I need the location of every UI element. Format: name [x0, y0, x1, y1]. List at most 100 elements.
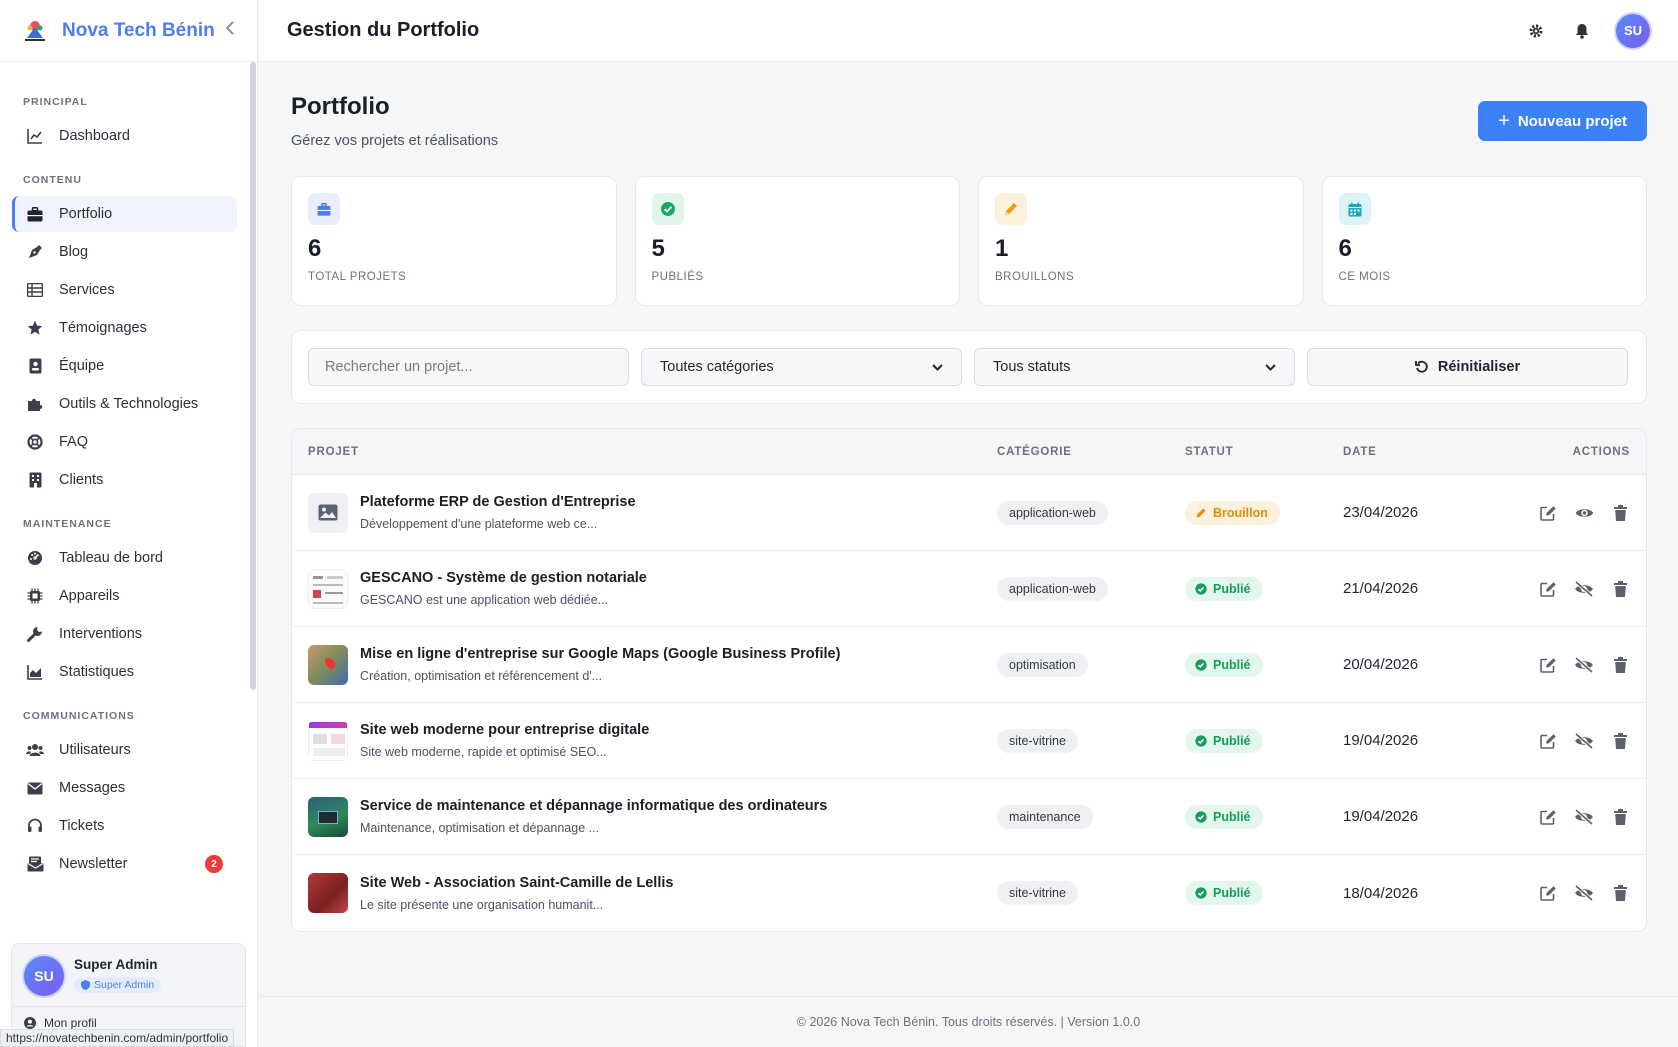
building-icon: [26, 471, 44, 489]
edit-icon[interactable]: [1538, 655, 1558, 675]
edit-icon[interactable]: [1538, 503, 1558, 523]
bell-icon[interactable]: [1572, 21, 1592, 41]
trash-icon[interactable]: [1610, 731, 1630, 751]
status-label: Publié: [1213, 581, 1251, 596]
sidebar-item-blog[interactable]: Blog: [12, 234, 237, 270]
date-cell: 18/04/2026: [1343, 884, 1419, 902]
trash-icon[interactable]: [1610, 807, 1630, 827]
avatar[interactable]: SU: [24, 956, 64, 996]
sidebar-item-messages[interactable]: Messages: [12, 770, 237, 806]
sidebar-item-clients[interactable]: Clients: [12, 462, 237, 498]
sidebar-item-portfolio[interactable]: Portfolio: [12, 196, 237, 232]
actions-cell: [1523, 655, 1646, 675]
category-chip: application-web: [997, 500, 1108, 525]
sidebar-item-tableau-de-bord[interactable]: Tableau de bord: [12, 540, 237, 576]
status-cell: Publié: [1185, 804, 1343, 829]
sidebar-item-services[interactable]: Services: [12, 272, 237, 308]
status-label: Brouillon: [1213, 505, 1268, 520]
chart-line-icon: [26, 127, 44, 145]
actions-cell: [1523, 579, 1646, 599]
sidebar-item-label: Tickets: [59, 818, 105, 834]
header-avatar[interactable]: SU: [1616, 13, 1650, 48]
section-title-maintenance: MAINTENANCE: [23, 518, 112, 530]
project-title[interactable]: Plateforme ERP de Gestion d'Entreprise: [360, 494, 636, 510]
eye-slash-icon[interactable]: [1574, 655, 1594, 675]
trash-icon[interactable]: [1610, 655, 1630, 675]
actions-cell: [1523, 731, 1646, 751]
table-row: Service de maintenance et dépannage info…: [292, 779, 1646, 855]
sidebar-item-newsletter[interactable]: Newsletter 2: [12, 846, 237, 882]
stat-value: 1: [995, 235, 1009, 262]
eye-icon[interactable]: [1574, 503, 1594, 523]
col-actions: ACTIONS: [1572, 445, 1630, 458]
stat-label: PUBLIÉS: [651, 271, 704, 283]
stat-value: 5: [651, 235, 665, 262]
actions-cell: [1523, 883, 1646, 903]
col-project[interactable]: PROJET: [292, 446, 997, 458]
sidebar-item-equipe[interactable]: Équipe: [12, 348, 237, 384]
sidebar-item-label: Utilisateurs: [59, 742, 131, 758]
sidebar-item-faq[interactable]: FAQ: [12, 424, 237, 460]
reset-button[interactable]: Réinitialiser: [1307, 348, 1628, 386]
edit-icon[interactable]: [1538, 807, 1558, 827]
edit-icon[interactable]: [1538, 883, 1558, 903]
col-status[interactable]: STATUT: [1185, 446, 1343, 458]
section-title-principal: PRINCIPAL: [23, 96, 88, 108]
sidebar-item-outils-technologies[interactable]: Outils & Technologies: [12, 386, 237, 422]
sidebar-item-tickets[interactable]: Tickets: [12, 808, 237, 844]
trash-icon[interactable]: [1610, 503, 1630, 523]
search-input[interactable]: [308, 348, 629, 386]
table-row: Plateforme ERP de Gestion d'Entreprise Dé…: [292, 475, 1646, 551]
project-title[interactable]: Site web moderne pour entreprise digital…: [360, 722, 649, 738]
status-label: Publié: [1213, 657, 1251, 672]
collapse-sidebar-icon[interactable]: [225, 21, 235, 40]
section-title-contenu: CONTENU: [23, 174, 82, 186]
trash-icon[interactable]: [1610, 579, 1630, 599]
project-thumbnail: [308, 873, 348, 913]
stat-label: CE MOIS: [1338, 271, 1391, 283]
eye-slash-icon[interactable]: [1574, 579, 1594, 599]
shield-icon: [81, 980, 90, 990]
sidebar-scrollbar[interactable]: [250, 62, 256, 690]
eye-slash-icon[interactable]: [1574, 807, 1594, 827]
plus-icon: +: [1498, 109, 1510, 132]
trash-icon[interactable]: [1610, 883, 1630, 903]
category-select-value: Toutes catégories: [660, 359, 774, 375]
sidebar-item-temoignages[interactable]: Témoignages: [12, 310, 237, 346]
sidebar-item-interventions[interactable]: Interventions: [12, 616, 237, 652]
new-project-button[interactable]: + Nouveau projet: [1478, 101, 1647, 141]
project-title[interactable]: Mise en ligne d'entreprise sur Google Ma…: [360, 646, 840, 662]
brand-name[interactable]: Nova Tech Bénin: [62, 20, 225, 42]
table-row: GESCANO - Système de gestion notariale GE…: [292, 551, 1646, 627]
col-date[interactable]: DATE: [1343, 446, 1523, 458]
date-cell: 19/04/2026: [1343, 808, 1419, 825]
sidebar-item-dashboard[interactable]: Dashboard: [12, 118, 237, 154]
sidebar-item-statistiques[interactable]: Statistiques: [12, 654, 237, 690]
sidebar-item-appareils[interactable]: Appareils: [12, 578, 237, 614]
project-title[interactable]: Site Web - Association Saint-Camille de …: [360, 875, 673, 891]
project-text: Site Web - Association Saint-Camille de …: [360, 875, 673, 912]
footer: © 2026 Nova Tech Bénin. Tous droits rése…: [259, 996, 1678, 1047]
status-badge: Publié: [1185, 881, 1263, 905]
category-chip: site-vitrine: [997, 881, 1078, 905]
project-title[interactable]: GESCANO - Système de gestion notariale: [360, 570, 647, 586]
eye-slash-icon[interactable]: [1574, 883, 1594, 903]
project-text: Site web moderne pour entreprise digital…: [360, 722, 649, 759]
project-description: Site web moderne, rapide et optimisé SEO…: [360, 745, 607, 759]
category-select[interactable]: Toutes catégories: [641, 348, 962, 386]
project-thumbnail: [308, 492, 348, 533]
project-cell: GESCANO - Système de gestion notariale GE…: [292, 568, 997, 609]
project-title[interactable]: Service de maintenance et dépannage info…: [360, 798, 827, 814]
edit-icon[interactable]: [1538, 579, 1558, 599]
status-select[interactable]: Tous statuts: [974, 348, 1295, 386]
settings-gear-icon[interactable]: [1526, 21, 1546, 41]
check-circle-icon: [1195, 810, 1207, 823]
col-category[interactable]: CATÉGORIE: [997, 446, 1185, 458]
projects-table: PROJET CATÉGORIE STATUT DATE ACTIONS Pla…: [291, 428, 1647, 932]
category-chip: optimisation: [997, 652, 1088, 677]
edit-icon[interactable]: [1538, 731, 1558, 751]
eye-slash-icon[interactable]: [1574, 731, 1594, 751]
brand-logo[interactable]: [22, 18, 48, 44]
sidebar-item-utilisateurs[interactable]: Utilisateurs: [12, 732, 237, 768]
sidebar-item-label: Portfolio: [59, 206, 113, 222]
